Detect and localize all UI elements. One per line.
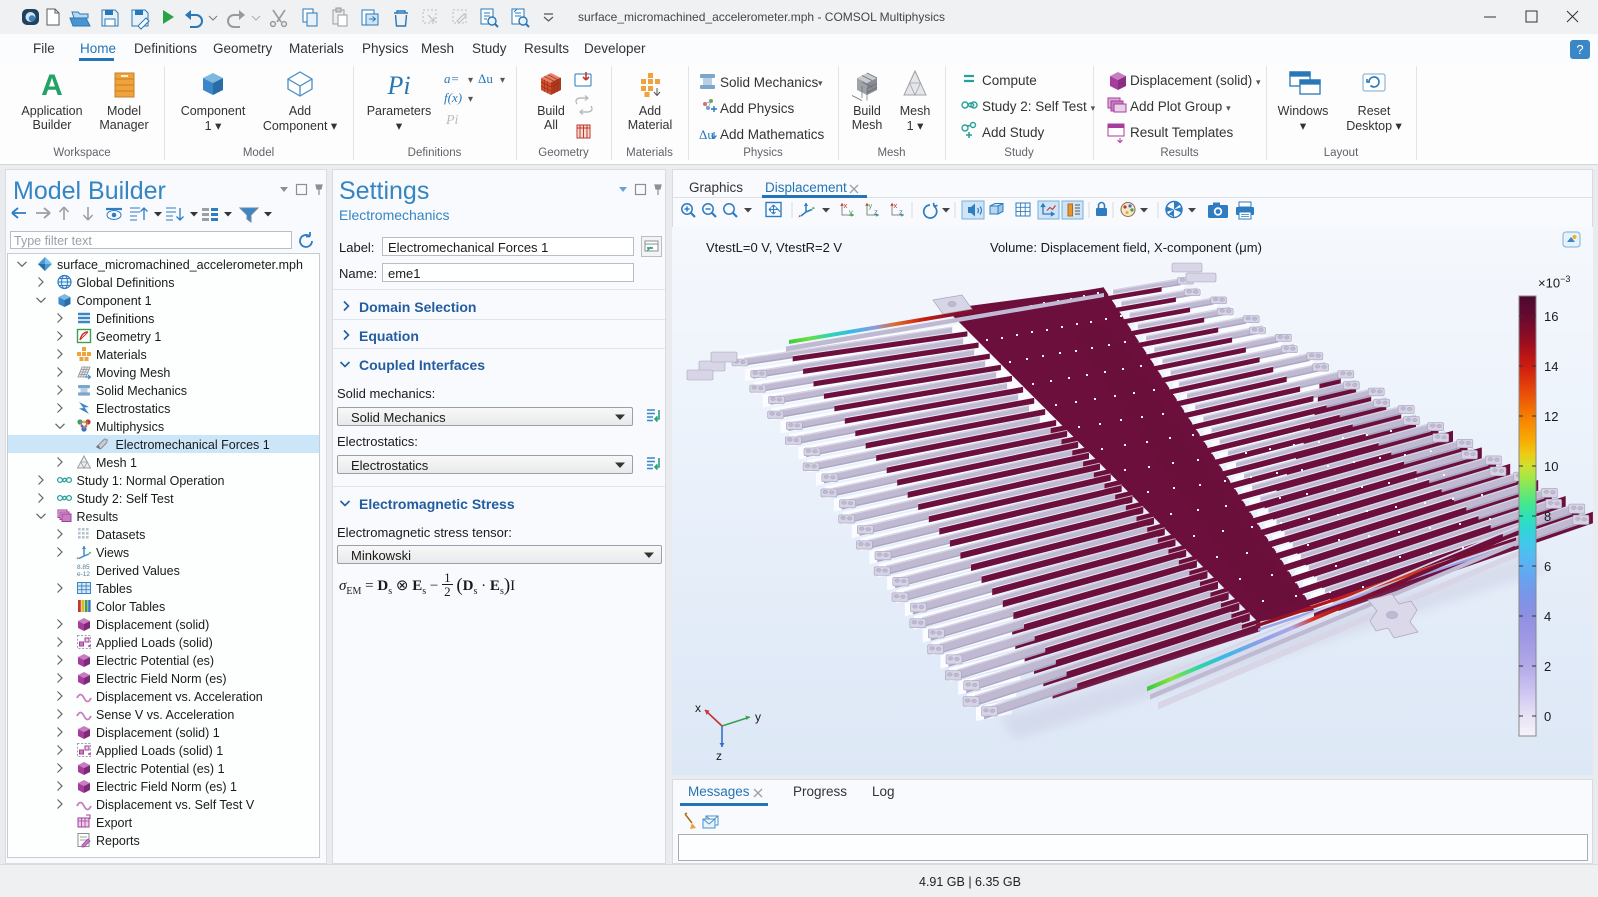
svg-text:x: x	[894, 201, 898, 210]
svg-text:y: y	[869, 201, 873, 210]
svg-text:x: x	[844, 201, 848, 210]
svg-text:z: z	[716, 749, 722, 763]
svg-text:x: x	[695, 701, 701, 715]
svg-text:y: y	[755, 710, 761, 724]
